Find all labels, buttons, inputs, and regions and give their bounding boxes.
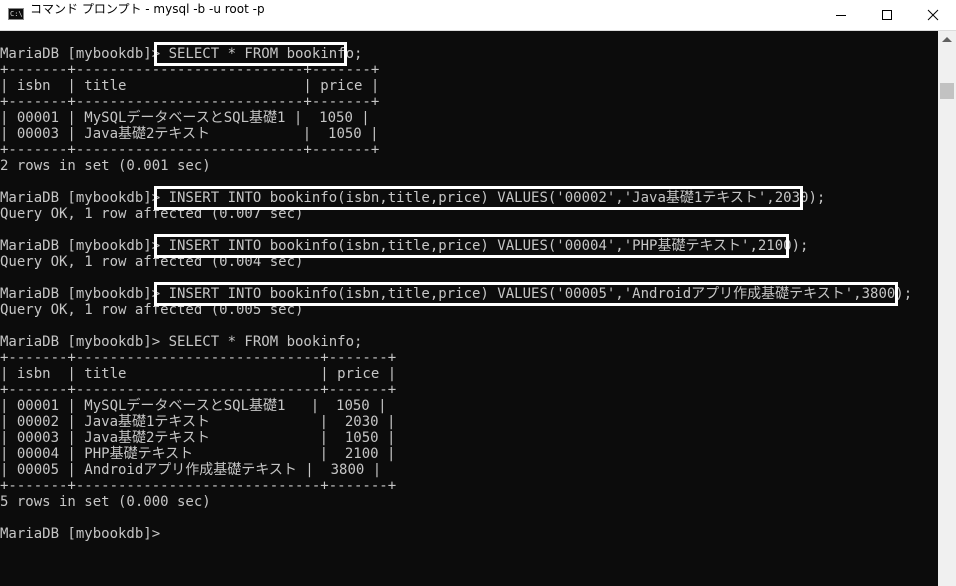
terminal-line: | isbn | title | price | xyxy=(0,78,380,94)
maximize-icon xyxy=(882,10,892,20)
command-highlight-box xyxy=(154,282,898,306)
terminal-line: | 00004 | PHP基礎テキスト | 2100 | xyxy=(0,446,396,462)
terminal-line: | isbn | title | price | xyxy=(0,366,397,382)
title-bar[interactable]: C:\ コマンド プロンプト - mysql -b -u root -p xyxy=(0,0,956,31)
terminal-line: +-------+---------------------------+---… xyxy=(0,142,380,158)
command-highlight-box xyxy=(154,186,803,210)
minimize-icon xyxy=(836,15,846,16)
window-title: コマンド プロンプト - mysql -b -u root -p xyxy=(30,2,265,16)
terminal-line: | 00002 | Java基礎1テキスト | 2030 | xyxy=(0,414,396,430)
terminal-line: | 00001 | MySQLデータベースとSQL基礎1 | 1050 | xyxy=(0,110,370,126)
cmd-app-icon[interactable]: C:\ xyxy=(8,8,24,20)
command-highlight-box xyxy=(154,42,347,66)
terminal-line: MariaDB [mybookdb]> xyxy=(0,526,161,542)
maximize-button[interactable] xyxy=(864,0,910,30)
command-highlight-box xyxy=(154,234,789,258)
minimize-button[interactable] xyxy=(818,0,864,30)
terminal-line: | 00001 | MySQLデータベースとSQL基礎1 | 1050 | xyxy=(0,398,387,414)
terminal-line: 2 rows in set (0.001 sec) xyxy=(0,158,211,174)
scrollbar-thumb[interactable] xyxy=(940,83,954,99)
terminal-line: +-------+-----------------------------+-… xyxy=(0,382,397,398)
terminal-line: +-------+-----------------------------+-… xyxy=(0,350,397,366)
close-button[interactable] xyxy=(910,0,956,30)
terminal-line: +-------+-----------------------------+-… xyxy=(0,478,397,494)
terminal-line: | 00003 | Java基礎2テキスト | 1050 | xyxy=(0,126,379,142)
terminal-line: | 00003 | Java基礎2テキスト | 1050 | xyxy=(0,430,396,446)
terminal-output[interactable]: MariaDB [mybookdb]> SELECT * FROM bookin… xyxy=(0,31,938,586)
scroll-up-icon[interactable] xyxy=(942,37,952,42)
terminal-line: | 00005 | Androidアプリ作成基礎テキスト | 3800 | xyxy=(0,462,382,478)
close-icon xyxy=(927,9,939,21)
terminal-line: +-------+---------------------------+---… xyxy=(0,94,380,110)
terminal-line: MariaDB [mybookdb]> SELECT * FROM bookin… xyxy=(0,334,363,350)
terminal-line: 5 rows in set (0.000 sec) xyxy=(0,494,211,510)
vertical-scrollbar[interactable] xyxy=(938,31,956,586)
app-icon-label: C:\ xyxy=(10,10,23,18)
